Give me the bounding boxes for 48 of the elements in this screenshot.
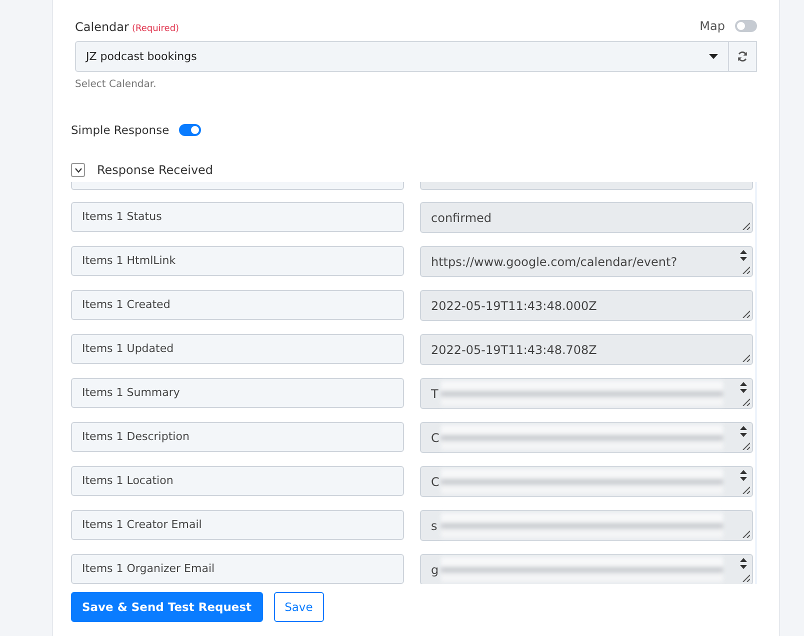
input-field[interactable]: Items 1 Description xyxy=(71,422,404,452)
textarea-field[interactable]: 2022-05-19T11:43:48.708Z xyxy=(420,334,753,365)
resize-grip-icon xyxy=(742,486,750,494)
resize-grip-icon xyxy=(742,530,750,538)
send-test-button[interactable]: Save & Send Test Request xyxy=(71,592,263,622)
input-field[interactable]: Items 1 Summary xyxy=(71,378,404,408)
scroll-arrows-icon xyxy=(740,558,747,569)
resize-grip-icon xyxy=(742,310,750,318)
calendar-dropdown[interactable]: JZ podcast bookings xyxy=(75,41,729,72)
scroll-arrows-icon xyxy=(740,250,747,261)
input-field[interactable]: Items 1 Organizer Email xyxy=(71,554,404,584)
toggle-label: Simple Response xyxy=(71,123,170,137)
resize-grip-icon xyxy=(742,574,750,582)
resize-grip-icon xyxy=(742,354,750,362)
refresh-button[interactable] xyxy=(729,41,757,72)
input-field[interactable]: Items 1 Location xyxy=(71,466,404,496)
toggle-switch[interactable] xyxy=(179,124,202,136)
resize-grip-icon xyxy=(742,222,750,230)
textarea-field[interactable]: C xyxy=(420,422,753,453)
field-label: Calendar xyxy=(75,20,129,34)
input-field[interactable]: Items 1 Creator Email xyxy=(71,510,404,540)
input-field[interactable]: Items 1 Status xyxy=(71,202,404,232)
textarea-field[interactable]: 2022-05-19T11:43:48.000Z xyxy=(420,290,753,321)
scroll-arrows-icon xyxy=(740,470,747,481)
scroll-arrows-icon xyxy=(740,382,747,393)
toggle-switch[interactable] xyxy=(735,20,757,32)
required-note: (Required) xyxy=(132,24,180,34)
chevron-down-icon xyxy=(74,168,82,172)
textarea-field[interactable]: s xyxy=(420,510,753,541)
textarea-field[interactable]: C xyxy=(420,466,753,497)
scroll-arrows-icon xyxy=(740,426,747,437)
textarea-field[interactable]: confirmed xyxy=(420,202,753,233)
textarea-field[interactable]: https://www.google.com/calendar/event? xyxy=(420,246,753,277)
refresh-icon xyxy=(737,51,748,62)
resize-grip-icon xyxy=(742,442,750,450)
helper-text: Select Calendar. xyxy=(75,79,158,90)
map-label: Map xyxy=(700,18,725,32)
textarea-field[interactable]: g xyxy=(420,554,753,584)
section-title: Response Received xyxy=(97,163,214,177)
resize-grip-icon xyxy=(742,398,750,406)
expand-toggle[interactable] xyxy=(71,163,85,177)
resize-grip-icon xyxy=(742,266,750,274)
input-field[interactable]: Items 1 Created xyxy=(71,290,404,320)
input-field[interactable]: Items 1 HtmlLink xyxy=(71,246,404,276)
caret-icon xyxy=(709,54,718,59)
save-button[interactable]: Save xyxy=(274,592,324,622)
input-field[interactable]: Items 1 Updated xyxy=(71,334,404,364)
textarea-field[interactable]: T xyxy=(420,378,753,409)
